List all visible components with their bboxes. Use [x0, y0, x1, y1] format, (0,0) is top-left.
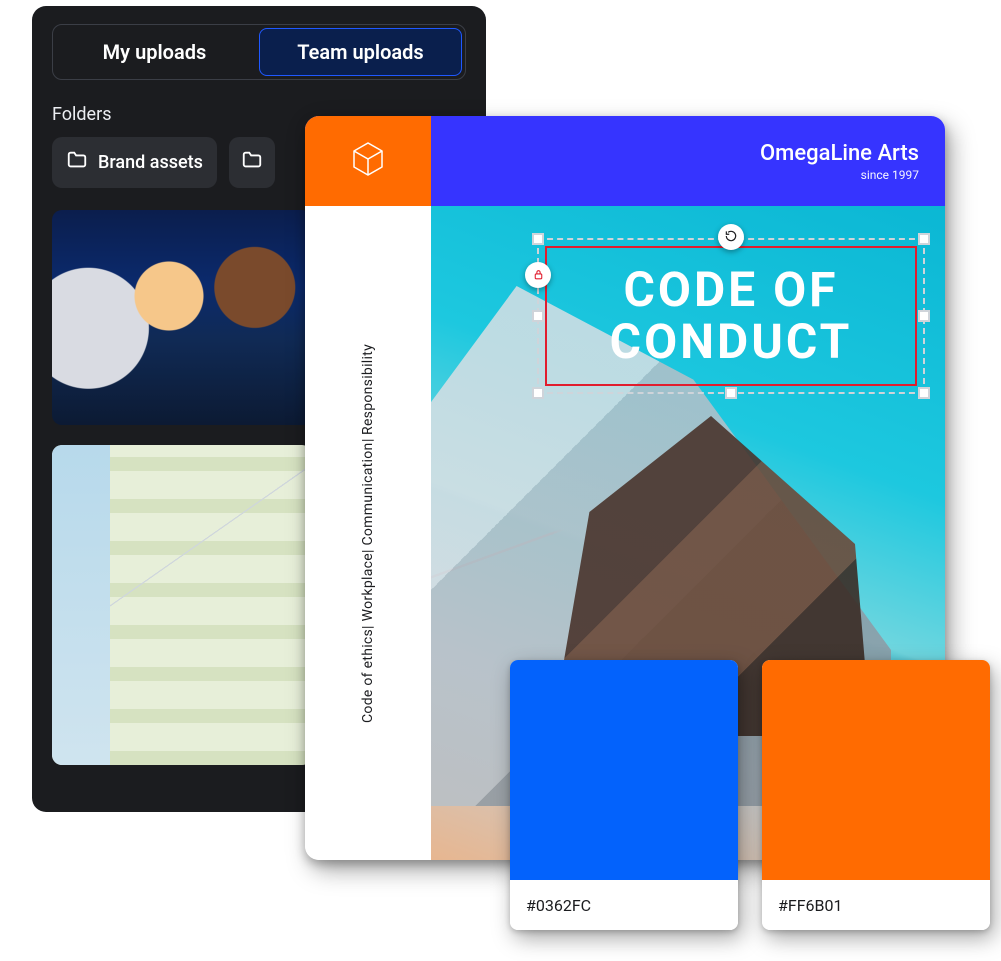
- folder-brand-assets[interactable]: Brand assets: [52, 137, 217, 188]
- upload-thumbnail[interactable]: [52, 210, 312, 425]
- folder-extra[interactable]: [229, 137, 275, 188]
- tab-team-uploads[interactable]: Team uploads: [259, 28, 462, 76]
- rotate-handle[interactable]: [718, 224, 744, 250]
- swatch-chip: [762, 660, 990, 880]
- brand-name: OmegaLine Arts: [760, 141, 919, 166]
- color-swatches: #0362FC #FF6B01: [510, 660, 990, 930]
- swatch-hex: #FF6B01: [762, 880, 990, 930]
- tab-my-uploads[interactable]: My uploads: [53, 25, 256, 79]
- rotate-icon: [724, 228, 738, 247]
- upload-thumbnail[interactable]: [52, 445, 312, 765]
- brand-since: since 1997: [760, 168, 919, 182]
- swatch-hex: #0362FC: [510, 880, 738, 930]
- doc-side-rail: Code of ethics| Workplace| Communication…: [305, 206, 431, 860]
- rail-labels: Code of ethics| Workplace| Communication…: [350, 344, 386, 723]
- cube-icon: [344, 135, 392, 187]
- color-swatch[interactable]: #FF6B01: [762, 660, 990, 930]
- folder-icon: [241, 149, 263, 176]
- folder-label: Brand assets: [98, 152, 203, 173]
- color-swatch[interactable]: #0362FC: [510, 660, 738, 930]
- selection-hit-area[interactable]: [545, 246, 917, 386]
- swatch-chip: [510, 660, 738, 880]
- selected-text-box[interactable]: CODE OF CONDUCT: [545, 246, 917, 386]
- folder-icon: [66, 149, 88, 176]
- uploads-tabs: My uploads Team uploads: [52, 24, 466, 80]
- lock-icon: [532, 266, 545, 285]
- lock-indicator[interactable]: [525, 262, 551, 288]
- brand-logo-tile: [305, 116, 431, 206]
